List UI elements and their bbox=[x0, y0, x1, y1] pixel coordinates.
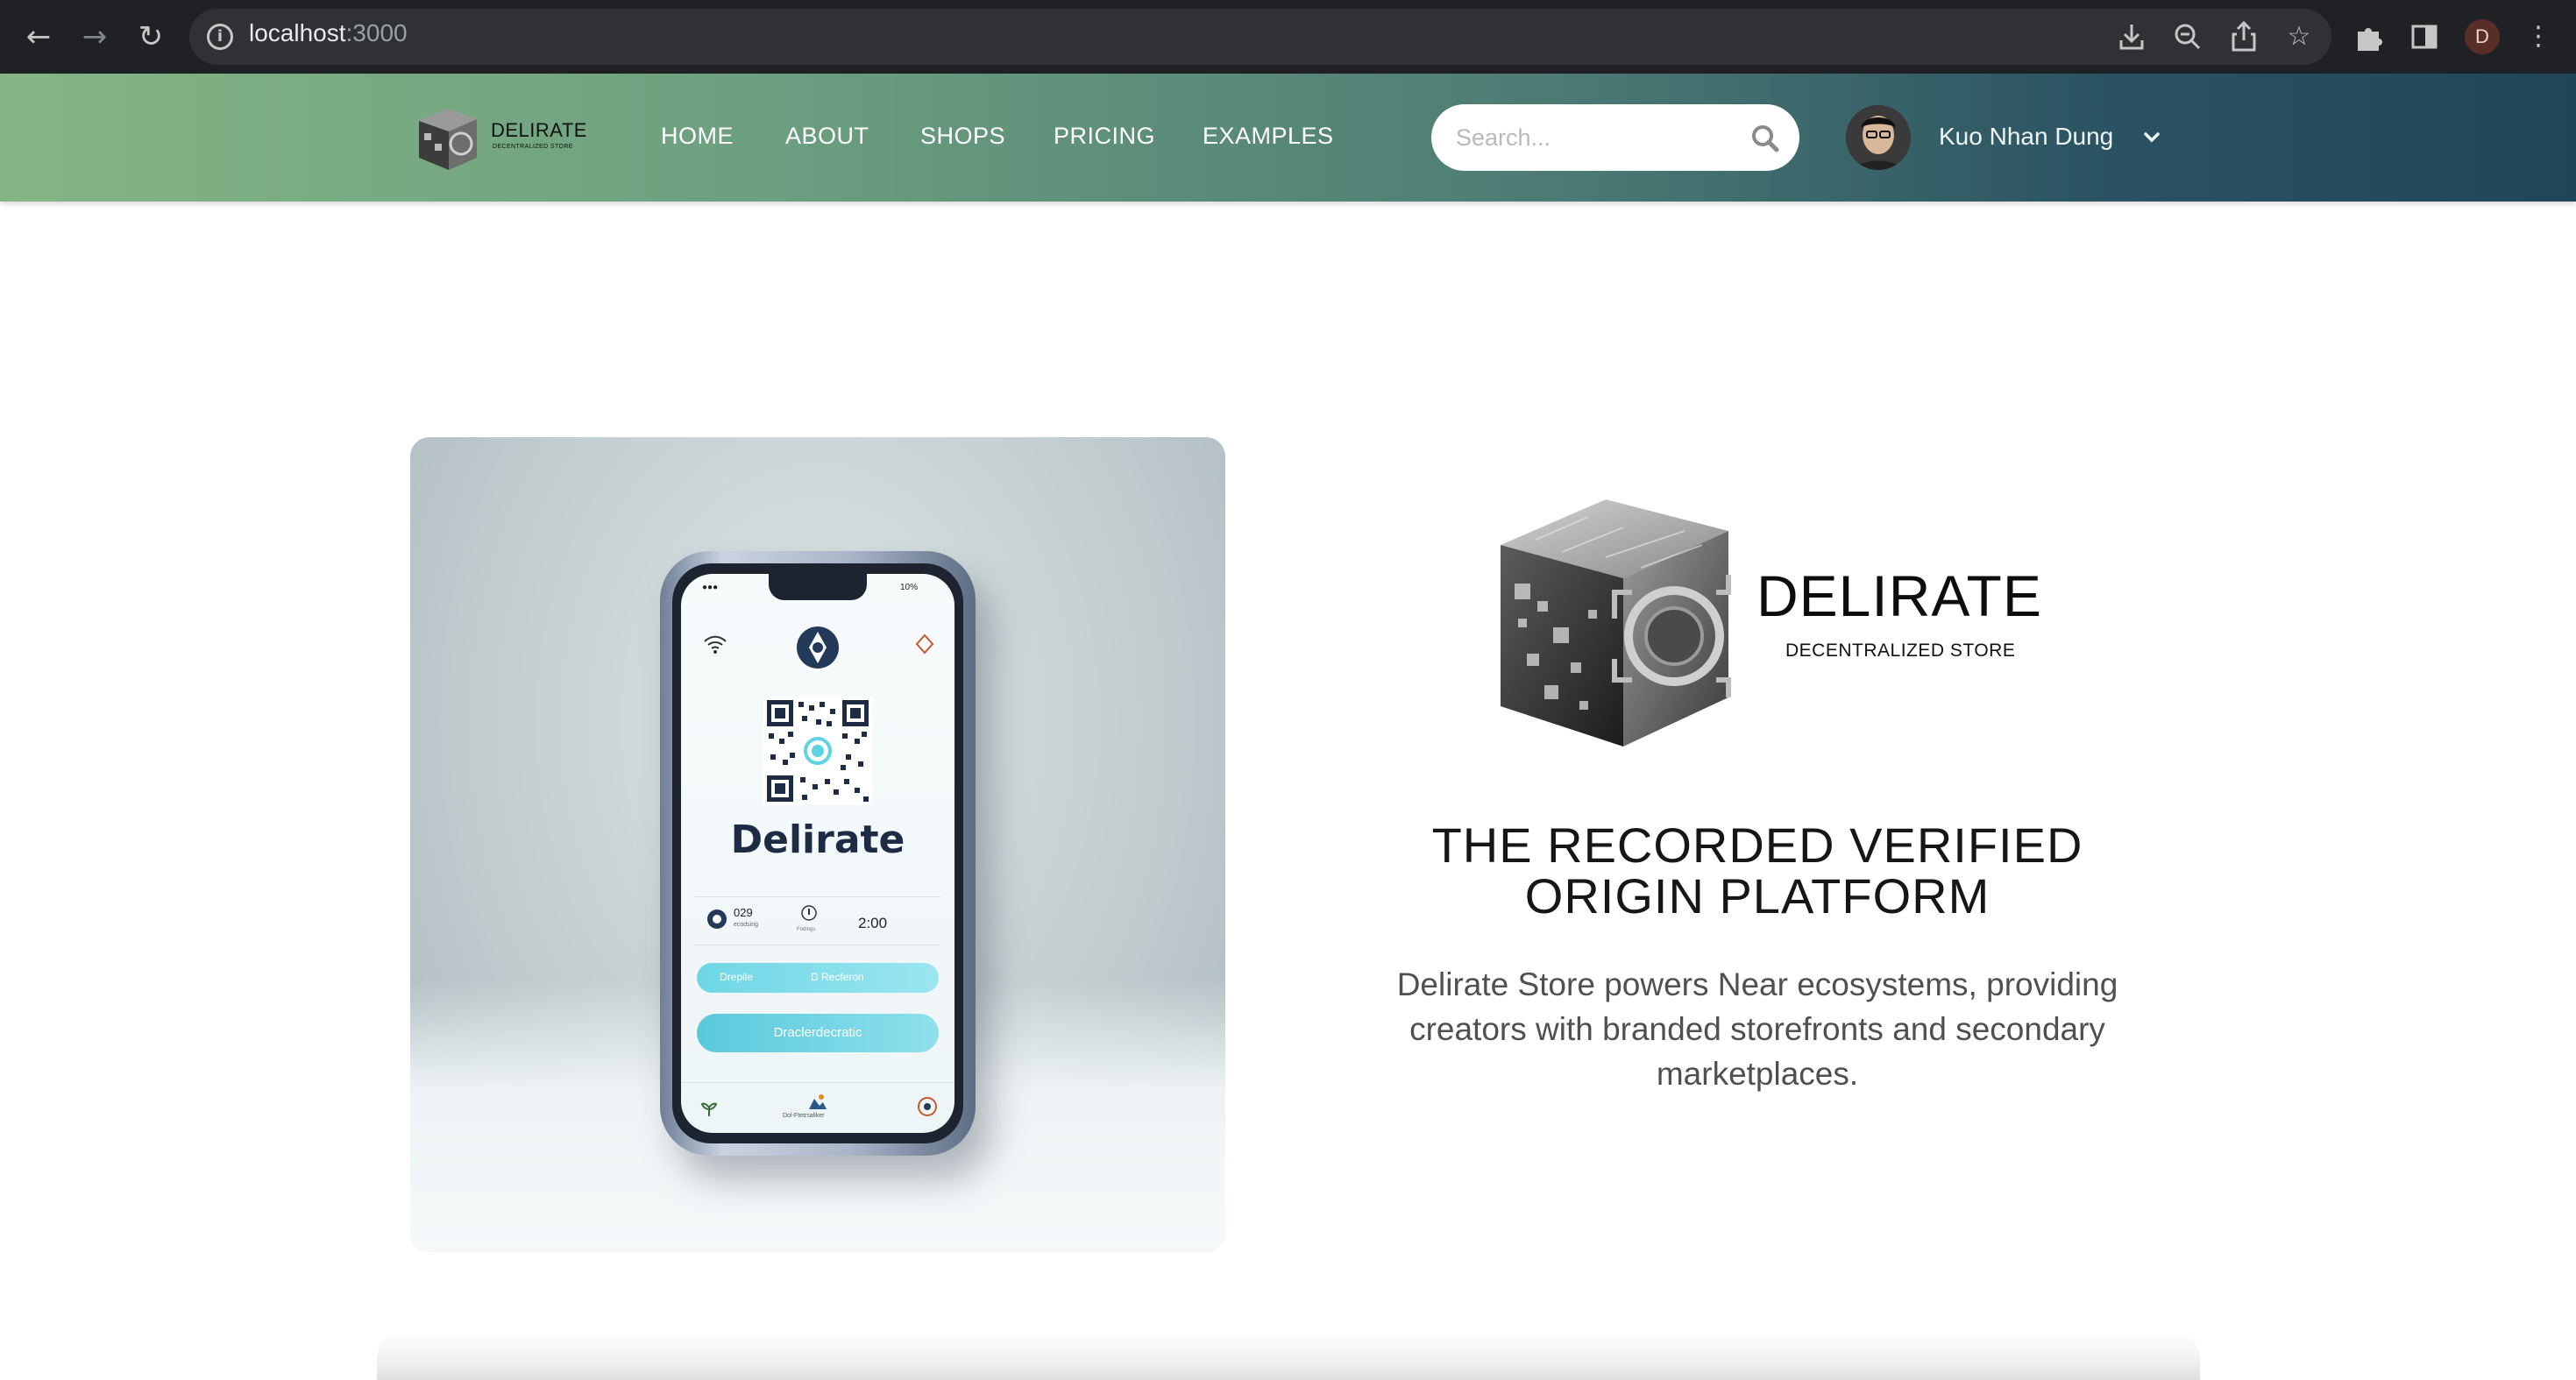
brand-name: DELIRATE bbox=[491, 119, 587, 141]
zoom-icon[interactable] bbox=[2168, 18, 2207, 56]
brand-logo[interactable]: DELIRATE DECENTRALIZED STORE bbox=[412, 100, 586, 177]
plant-icon bbox=[700, 1102, 718, 1116]
nav-about[interactable]: ABOUT bbox=[785, 123, 869, 150]
user-avatar[interactable] bbox=[1846, 105, 1911, 170]
next-section-edge bbox=[377, 1332, 2200, 1380]
nav-examples[interactable]: EXAMPLES bbox=[1203, 123, 1334, 150]
search-input[interactable] bbox=[1456, 120, 1736, 155]
browser-toolbar: ← → ↻ i localhost:3000 ☆ D ⋮ bbox=[0, 0, 2576, 74]
phone-segment-pill: Drepile D Recferon bbox=[697, 963, 939, 993]
search-icon[interactable] bbox=[1749, 123, 1781, 154]
headline-line-1: THE RECORDED VERIFIED bbox=[1431, 817, 2083, 873]
profile-avatar[interactable]: D bbox=[2465, 19, 2500, 54]
forward-icon[interactable]: → bbox=[74, 16, 116, 58]
user-name[interactable]: Kuo Nhan Dung bbox=[1939, 123, 2113, 151]
share-icon[interactable] bbox=[2225, 18, 2263, 56]
hero-headline: THE RECORDED VERIFIED ORIGIN PLATFORM bbox=[1341, 820, 2174, 922]
pill-right-label: D Recferon bbox=[811, 971, 864, 983]
phone-stats-row: 029 ecodsing Fodings 2:00 bbox=[695, 896, 940, 945]
target-icon bbox=[707, 909, 727, 929]
hero-description: Delirate Store powers Near ecosystems, p… bbox=[1396, 966, 2118, 1092]
url-host: localhost bbox=[249, 19, 346, 46]
brand-tagline: DECENTRALIZED STORE bbox=[493, 144, 573, 150]
chevron-down-icon[interactable] bbox=[2142, 128, 2161, 147]
wifi-icon bbox=[704, 635, 727, 654]
phone-stat-small: Fodings bbox=[797, 927, 816, 932]
status-battery: 10% bbox=[900, 583, 919, 592]
phone-tab-label: Dol-Ftetrsaliker bbox=[783, 1113, 825, 1119]
hero-phone-image: ●●● 10% Delirate 029 ecodsing Fodings 2:… bbox=[410, 437, 1225, 1252]
phone-app-title: Delirate bbox=[730, 817, 905, 862]
nav-home[interactable]: HOME bbox=[661, 123, 734, 150]
hero-brand-name: DELIRATE bbox=[1756, 563, 2042, 628]
app-logo-icon bbox=[797, 626, 839, 669]
search-box bbox=[1431, 104, 1799, 171]
install-icon[interactable] bbox=[2112, 18, 2151, 56]
settings-icon bbox=[918, 1097, 937, 1116]
cube-logo-icon bbox=[419, 109, 477, 170]
phone-time: 2:00 bbox=[858, 915, 888, 931]
diamond-icon bbox=[915, 633, 934, 655]
phone-stat-value: 029 bbox=[734, 906, 753, 919]
side-panel-icon[interactable] bbox=[2405, 18, 2444, 56]
reload-icon[interactable]: ↻ bbox=[130, 16, 172, 58]
extensions-icon[interactable] bbox=[2349, 18, 2388, 56]
status-signal-icon: ●●● bbox=[702, 583, 719, 592]
cube-logo-icon bbox=[1501, 499, 1731, 747]
hero-brand-tagline: DECENTRALIZED STORE bbox=[1785, 640, 2016, 661]
pill-left-label: Drepile bbox=[720, 971, 754, 983]
site-info-icon[interactable]: i bbox=[207, 24, 233, 50]
phone-screen: ●●● 10% Delirate 029 ecodsing Fodings 2:… bbox=[681, 574, 954, 1133]
url-port: :3000 bbox=[345, 19, 408, 46]
headline-line-2: ORIGIN PLATFORM bbox=[1524, 868, 1991, 924]
menu-dots-icon[interactable]: ⋮ bbox=[2519, 18, 2558, 56]
phone-stat-caption: ecodsing bbox=[734, 922, 759, 928]
back-icon[interactable]: ← bbox=[18, 16, 60, 58]
bookmark-star-icon[interactable]: ☆ bbox=[2280, 18, 2318, 56]
url-text[interactable]: localhost:3000 bbox=[249, 19, 408, 47]
phone-mockup: ●●● 10% Delirate 029 ecodsing Fodings 2:… bbox=[660, 551, 976, 1156]
info-circle-icon bbox=[801, 905, 817, 921]
shop-icon bbox=[809, 1094, 827, 1109]
phone-primary-button: Draclerdecratic bbox=[697, 1014, 939, 1052]
address-bar[interactable] bbox=[189, 9, 2331, 65]
phone-tabbar: Dol-Ftetrsaliker bbox=[681, 1082, 954, 1133]
nav-pricing[interactable]: PRICING bbox=[1054, 123, 1155, 150]
nav-shops[interactable]: SHOPS bbox=[920, 123, 1005, 150]
qr-code bbox=[763, 697, 872, 805]
